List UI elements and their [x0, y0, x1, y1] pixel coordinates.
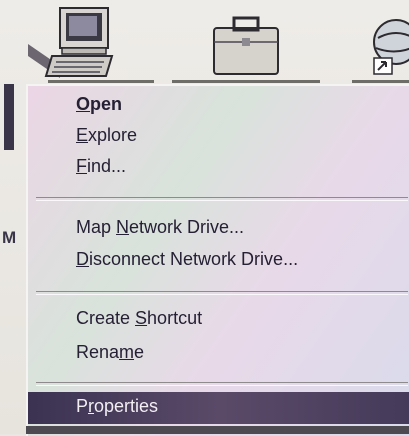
accelerator-key: D: [76, 249, 89, 269]
menu-item-label: Find...: [76, 156, 127, 176]
globe-shortcut-icon: [373, 19, 409, 75]
menu-item-find[interactable]: Find...: [28, 152, 409, 182]
icon-label-underline: [352, 80, 409, 83]
menu-item-map-network-drive[interactable]: Map Network Drive...: [28, 213, 409, 243]
menu-item-label: Disconnect Network Drive...: [76, 249, 299, 269]
accelerator-key: S: [135, 308, 148, 328]
menu-item-label: Map Network Drive...: [76, 217, 245, 237]
menu-item-label: Explore: [76, 125, 138, 145]
menu-item-open[interactable]: Open: [28, 90, 409, 120]
menu-item-label: Rename: [76, 342, 145, 362]
menu-item-label: Create Shortcut: [76, 308, 203, 328]
briefcase-graphic-icon: [213, 16, 279, 75]
menu-item-properties[interactable]: Properties: [28, 392, 409, 424]
menu-item-create-shortcut[interactable]: Create Shortcut: [28, 304, 409, 334]
menu-separator: [36, 197, 408, 201]
computer-icon: [28, 7, 114, 78]
my-computer-icon[interactable]: [22, 4, 122, 86]
accelerator-key: m: [119, 342, 135, 362]
desktop-label-fragment: M: [2, 228, 17, 247]
menu-bottom-border: [26, 426, 409, 434]
context-menu: Open Explore Find... Map Network Drive..…: [26, 84, 409, 436]
menu-item-disconnect-network-drive[interactable]: Disconnect Network Drive...: [28, 245, 409, 275]
accelerator-key: O: [76, 94, 91, 114]
icon-label-underline: [48, 80, 154, 83]
menu-item-label: Open: [76, 94, 123, 114]
accelerator-key: E: [76, 125, 89, 145]
accelerator-key: F: [76, 156, 87, 176]
menu-separator: [36, 291, 408, 295]
menu-item-rename[interactable]: Rename: [28, 338, 409, 368]
accelerator-key: N: [116, 217, 130, 237]
network-shortcut-icon[interactable]: [364, 10, 409, 80]
desktop-icon-edge: [4, 84, 14, 150]
icon-label-underline: [172, 80, 320, 83]
menu-item-explore[interactable]: Explore: [28, 121, 409, 151]
menu-item-label: Properties: [76, 396, 159, 416]
briefcase-icon[interactable]: [208, 12, 286, 78]
menu-separator: [36, 382, 408, 386]
